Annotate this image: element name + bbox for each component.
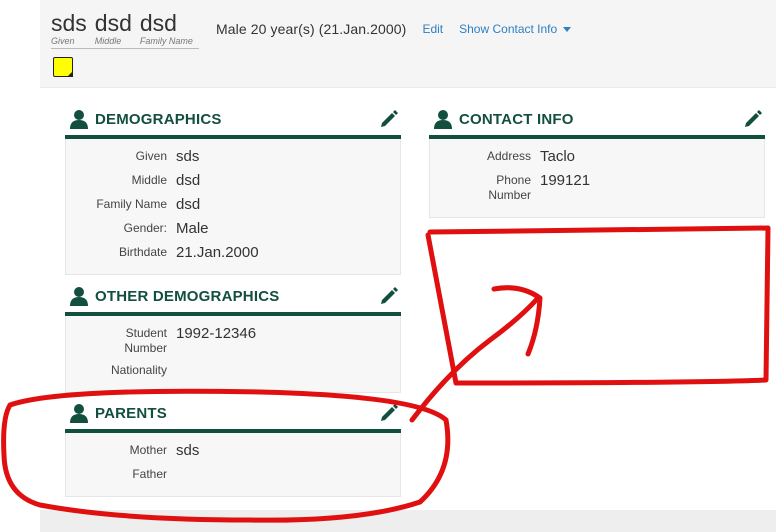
gender-row: Gender: Male: [66, 220, 400, 238]
annotation-rectangle: [425, 225, 771, 386]
family-caption: Family Name: [139, 36, 193, 46]
birthdate-row: Birthdate 21.Jan.2000: [66, 244, 400, 262]
parents-panel: PARENTS Mother sds Father: [65, 401, 401, 497]
student-number-label: Student Number: [66, 325, 167, 356]
phone-label-line2: Number: [488, 188, 531, 202]
show-contact-info-label: Show Contact Info: [459, 22, 558, 36]
demographics-title: DEMOGRAPHICS: [95, 111, 222, 128]
given-label: Given: [135, 149, 167, 163]
person-icon: [70, 287, 88, 306]
given-name: sds: [51, 10, 87, 36]
phone-number-row: Phone Number 199121: [430, 172, 764, 203]
parents-body: Mother sds Father: [65, 433, 401, 497]
middle-label: Middle: [131, 173, 167, 187]
middle-caption: Middle: [94, 36, 122, 46]
student-number-row: Student Number 1992-12346: [66, 325, 400, 356]
middle-name-block: dsd Middle: [95, 10, 132, 47]
patient-name: sds Given dsd Middle dsd Family Name: [51, 10, 193, 47]
pencil-icon[interactable]: [743, 109, 763, 129]
nationality-row: Nationality: [66, 362, 400, 380]
phone-number-label: Phone Number: [430, 172, 531, 203]
family-name-block: dsd Family Name: [140, 10, 193, 47]
other-demographics-body: Student Number 1992-12346 Nationality: [65, 316, 401, 393]
demographics-title-bar: DEMOGRAPHICS: [65, 107, 401, 139]
address-label: Address: [486, 149, 531, 163]
middle-row: Middle dsd: [66, 172, 400, 190]
annotation-arrow-line: [409, 295, 541, 423]
patient-page: sds Given dsd Middle dsd Family Name Mal…: [0, 0, 776, 532]
other-demographics-title-bar: OTHER DEMOGRAPHICS: [65, 284, 401, 316]
mother-row: Mother sds: [66, 442, 400, 460]
other-demographics-title: OTHER DEMOGRAPHICS: [95, 288, 280, 305]
pencil-icon[interactable]: [379, 109, 399, 129]
patient-header: sds Given dsd Middle dsd Family Name Mal…: [40, 0, 776, 88]
address-row: Address Taclo: [430, 148, 764, 166]
family-name-row: Family Name dsd: [66, 196, 400, 214]
header-info: Male 20 year(s) (21.Jan.2000) Edit Show …: [216, 21, 572, 37]
contact-info-title-bar: CONTACT INFO: [429, 107, 765, 139]
pencil-icon[interactable]: [379, 403, 399, 423]
parents-title-bar: PARENTS: [65, 401, 401, 433]
demographics-panel: DEMOGRAPHICS Given sds Middle dsd Family N…: [65, 107, 401, 275]
mother-label: Mother: [129, 443, 167, 457]
gender-value: Male: [176, 220, 209, 237]
middle-value: dsd: [176, 172, 201, 189]
other-demographics-panel: OTHER DEMOGRAPHICS Student Number 1992-12…: [65, 284, 401, 393]
demographics-body: Given sds Middle dsd Family Name dsd Gender…: [65, 139, 401, 275]
student-number-value: 1992-12346: [176, 325, 257, 342]
gender-label: Gender:: [123, 221, 167, 235]
contact-info-body: Address Taclo Phone Number 199121: [429, 139, 765, 218]
family-name-value: dsd: [176, 196, 201, 213]
person-icon: [70, 404, 88, 423]
nationality-label: Nationality: [110, 363, 167, 377]
father-label: Father: [132, 467, 167, 481]
person-icon: [434, 110, 452, 129]
birthdate-value: 21.Jan.2000: [176, 244, 259, 261]
name-underline: [51, 48, 199, 49]
given-value: sds: [176, 148, 200, 165]
edit-link[interactable]: Edit: [422, 22, 443, 36]
sticky-note-icon[interactable]: [53, 57, 73, 77]
address-value: Taclo: [540, 148, 576, 165]
annotation-arrowhead: [491, 285, 543, 357]
parents-title: PARENTS: [95, 405, 167, 422]
student-label-line2: Number: [124, 341, 167, 355]
show-contact-info-link[interactable]: Show Contact Info: [459, 22, 572, 36]
family-name: dsd: [139, 10, 177, 36]
phone-number-value: 199121: [540, 172, 591, 189]
contact-info-panel: CONTACT INFO Address Taclo Phone Number 19…: [429, 107, 765, 218]
given-row: Given sds: [66, 148, 400, 166]
sex-age-text: Male 20 year(s) (21.Jan.2000): [216, 21, 407, 37]
phone-label-line1: Phone: [496, 173, 531, 187]
mother-value: sds: [176, 442, 200, 459]
contact-info-title: CONTACT INFO: [459, 111, 574, 128]
given-caption: Given: [51, 36, 75, 46]
family-name-label: Family Name: [96, 197, 167, 211]
student-label-line1: Student: [125, 326, 167, 340]
middle-name: dsd: [94, 10, 132, 36]
father-row: Father: [66, 466, 400, 484]
birthdate-label: Birthdate: [118, 245, 167, 259]
pencil-icon[interactable]: [379, 286, 399, 306]
given-name-block: sds Given: [51, 10, 87, 47]
footer-bar: [40, 510, 776, 532]
caret-down-icon: [563, 27, 572, 33]
person-icon: [70, 110, 88, 129]
